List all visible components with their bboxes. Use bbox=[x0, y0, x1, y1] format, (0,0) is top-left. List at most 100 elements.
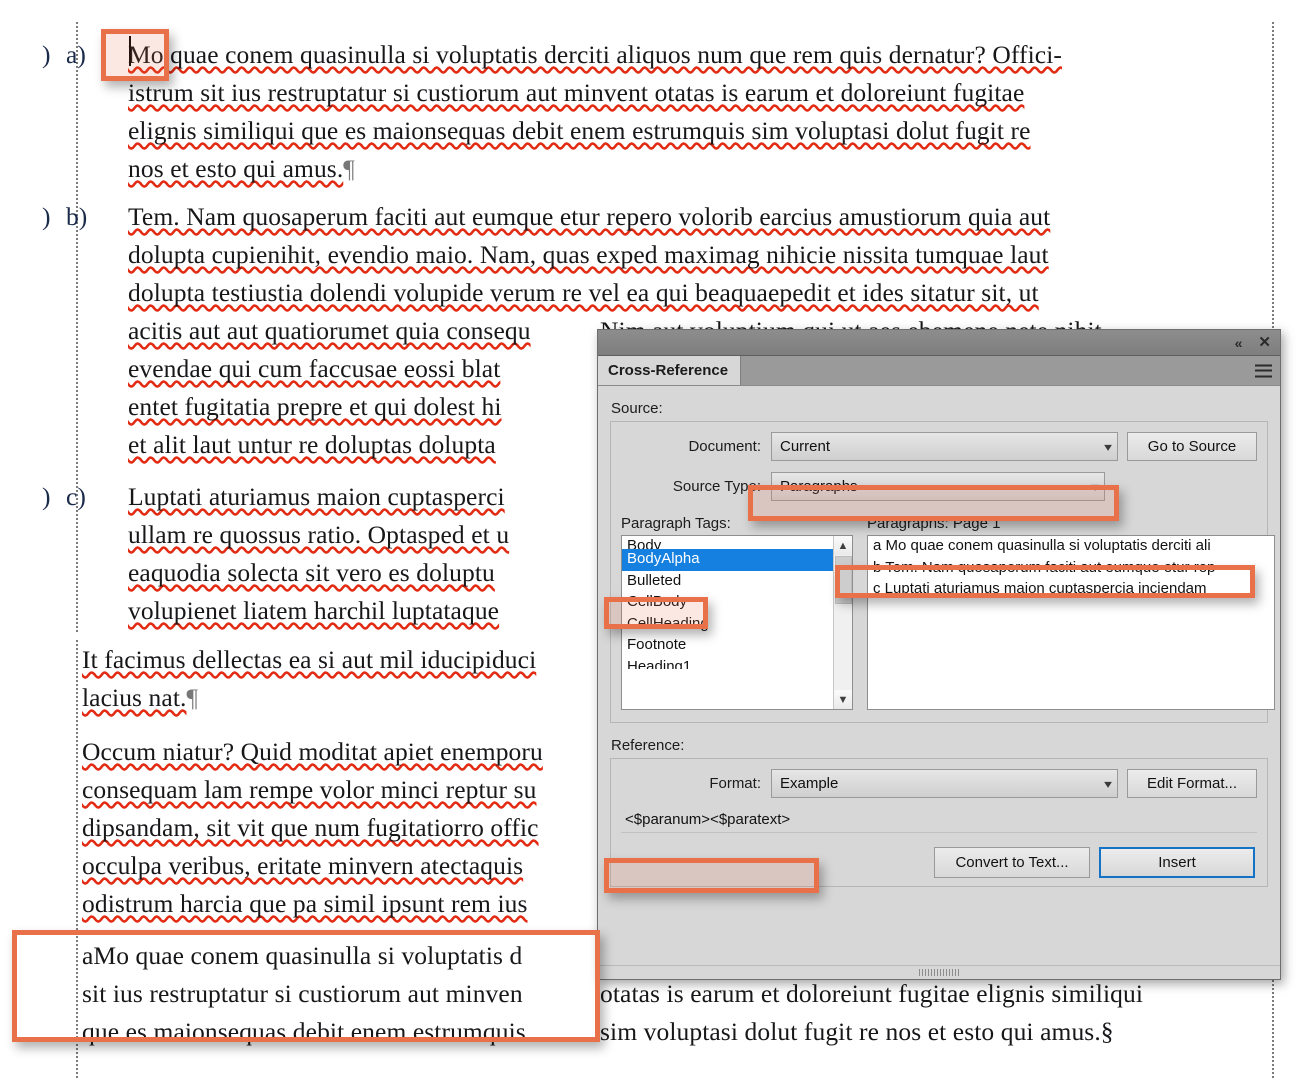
paragraph-b-line-3: dolupta testiustia dolendi volupide veru… bbox=[128, 278, 1039, 307]
tab-cross-reference-label: Cross-Reference bbox=[608, 362, 729, 379]
format-label: Format: bbox=[709, 775, 761, 792]
document-label: Document: bbox=[688, 438, 761, 455]
paragraph-tags-scrollbar[interactable]: ▲ ▼ bbox=[833, 536, 852, 709]
list-item[interactable]: CellHeading bbox=[622, 614, 852, 636]
panel-footer-buttons: Convert to Text... Insert bbox=[621, 847, 1257, 878]
paragraph-a-line-2: istrum sit ius restruptatur si custiorum… bbox=[128, 78, 1025, 107]
body-paragraph-1-line-2-text: lacius nat. bbox=[82, 683, 187, 712]
screen: ) a) Mo quae conem quasinulla si volupta… bbox=[0, 0, 1309, 1080]
paragraph-b-line-5: evendae qui cum faccusae eossi blat bbox=[128, 354, 501, 383]
list-item[interactable]: CellBody bbox=[622, 592, 852, 614]
body-paragraph-2-line-2: consequam lam rempe volor minci reptur s… bbox=[82, 775, 537, 804]
edit-format-label: Edit Format... bbox=[1146, 775, 1238, 792]
list-item-selected[interactable]: BodyAlpha bbox=[622, 549, 852, 571]
collapse-icon[interactable]: « bbox=[1235, 336, 1243, 350]
insert-label: Insert bbox=[1158, 854, 1196, 871]
paragraph-b-line-2: dolupta cupienihit, evendio maio. Nam, q… bbox=[128, 240, 1049, 269]
paragraph-c-line-1: Luptati aturiamus maion cuptasperci bbox=[128, 482, 505, 511]
pilcrow-icon-2: ¶ bbox=[186, 683, 199, 712]
paragraph-tags-listbox[interactable]: Body BodyAlpha Bulleted CellBody CellHea… bbox=[621, 535, 853, 710]
cross-reference-panel[interactable]: « ✕ Cross-Reference Source: Document: Cu… bbox=[597, 329, 1281, 980]
document-row: Document: Current ▾ Go to Source bbox=[621, 432, 1257, 461]
go-to-source-button[interactable]: Go to Source bbox=[1127, 432, 1257, 461]
list-item[interactable]: c Luptati aturiamus maion cuptaspercia i… bbox=[868, 579, 1274, 601]
inserted-crossref-line-1: aMo quae conem quasinulla si voluptatis … bbox=[82, 941, 523, 970]
paragraph-b-line-7: et alit laut untur re doluptas dolupta bbox=[128, 430, 496, 459]
tab-cross-reference[interactable]: Cross-Reference bbox=[598, 356, 742, 385]
paragraph-b-line-1: Tem. Nam quosaperum faciti aut eumque et… bbox=[128, 202, 1051, 231]
convert-to-text-button[interactable]: Convert to Text... bbox=[934, 847, 1090, 878]
list-marker-open-b: ) bbox=[42, 202, 51, 231]
body-paragraph-2-line-3: dipsandam, sit vit que num fugitatiorro … bbox=[82, 813, 539, 842]
grip-dots-icon bbox=[919, 969, 959, 976]
format-preview: <$paranum><$paratext> bbox=[621, 807, 1257, 833]
edit-format-button[interactable]: Edit Format... bbox=[1127, 769, 1257, 798]
source-type-row: Source Type: Paragraphs ▾ bbox=[621, 472, 1257, 501]
list-marker-c: c) bbox=[66, 482, 86, 511]
list-item[interactable]: a Mo quae conem quasinulla si voluptatis… bbox=[868, 536, 1274, 558]
source-section-label: Source: bbox=[611, 400, 663, 417]
source-type-label: Source Type: bbox=[672, 478, 761, 495]
format-row: Format: Example ▾ Edit Format... bbox=[621, 769, 1257, 798]
chevron-down-icon: ▾ bbox=[1104, 439, 1112, 454]
body-paragraph-2-line-5: odistrum harcia que pa simil ipsunt rem … bbox=[82, 889, 528, 918]
list-marker-open-c: ) bbox=[42, 482, 51, 511]
list-item[interactable]: Bulleted bbox=[622, 571, 852, 593]
close-icon[interactable]: ✕ bbox=[1258, 335, 1271, 350]
source-group: Document: Current ▾ Go to Source Source … bbox=[610, 421, 1275, 723]
reference-group: Format: Example ▾ Edit Format... <$paran… bbox=[610, 758, 1268, 887]
paragraph-c-line-3: eaquodia solecta sit vero es doluptu bbox=[128, 558, 495, 587]
list-marker-b: b) bbox=[66, 202, 88, 231]
source-type-dropdown[interactable]: Paragraphs ▾ bbox=[771, 472, 1105, 501]
list-item[interactable]: Footnote bbox=[622, 635, 852, 657]
inserted-crossref-tail-line-2: sim voluptasi dolut fugit re nos et esto… bbox=[600, 1017, 1114, 1046]
scroll-up-icon[interactable]: ▲ bbox=[833, 536, 852, 555]
body-paragraph-2-line-4: occulpa veribus, eritate minvern atectaq… bbox=[82, 851, 524, 880]
scroll-down-icon[interactable]: ▼ bbox=[833, 690, 852, 709]
panel-resize-grip[interactable] bbox=[598, 965, 1280, 976]
body-paragraph-1-line-2: lacius nat.¶ bbox=[82, 679, 198, 717]
paragraph-a-line-1: Mo quae conem quasinulla si voluptatis d… bbox=[128, 40, 1062, 69]
paragraphs-column: Paragraphs: Page 1 a Mo quae conem quasi… bbox=[867, 515, 1275, 710]
chevron-down-icon-3: ▾ bbox=[1104, 776, 1112, 791]
body-paragraph-2-line-1: Occum niatur? Quid moditat apiet enempor… bbox=[82, 737, 543, 766]
go-to-source-label: Go to Source bbox=[1147, 438, 1237, 455]
source-type-dropdown-value: Paragraphs bbox=[780, 478, 858, 495]
paragraph-tags-column: Paragraph Tags: Body BodyAlpha Bulleted … bbox=[621, 515, 853, 710]
paragraph-b-line-4: acitis aut aut quatiorumet quia consequ bbox=[128, 316, 531, 345]
list-marker-a: a) bbox=[66, 40, 86, 69]
document-dropdown[interactable]: Current ▾ bbox=[771, 432, 1118, 461]
paragraph-c-line-4: volupienet liatem harchil luptataque bbox=[128, 596, 500, 625]
list-item[interactable]: Body bbox=[622, 536, 852, 549]
panel-body: Source: Document: Current ▾ Go to Source… bbox=[598, 386, 1280, 979]
list-item[interactable]: Heading1 bbox=[622, 657, 852, 669]
paragraph-tags-label: Paragraph Tags: bbox=[621, 515, 731, 532]
panel-menu-icon[interactable] bbox=[1255, 364, 1272, 377]
paragraph-a-line-4-text: nos et esto qui amus. bbox=[128, 154, 344, 183]
format-dropdown[interactable]: Example ▾ bbox=[771, 769, 1118, 798]
panel-tab-row[interactable]: Cross-Reference bbox=[598, 356, 1280, 386]
panel-titlebar[interactable]: « ✕ bbox=[598, 330, 1280, 356]
format-dropdown-value: Example bbox=[780, 775, 839, 792]
paragraph-a-line-3: elignis similiqui que es maionsequas deb… bbox=[128, 116, 1031, 145]
convert-to-text-label: Convert to Text... bbox=[955, 854, 1069, 871]
list-marker-open-a: ) bbox=[42, 40, 51, 69]
insert-button[interactable]: Insert bbox=[1099, 847, 1255, 878]
paragraph-b-line-6: entet fugitatia prepre et qui dolest hi bbox=[128, 392, 502, 421]
paragraphs-listbox[interactable]: a Mo quae conem quasinulla si voluptatis… bbox=[867, 535, 1275, 710]
list-item[interactable]: b Tem. Nam quosaperum faciti aut eumque … bbox=[868, 558, 1274, 580]
reference-section-label: Reference: bbox=[611, 737, 685, 754]
chevron-down-icon-2: ▾ bbox=[1091, 479, 1099, 494]
paragraph-a-line-4: nos et esto qui amus.¶ bbox=[128, 150, 355, 188]
pilcrow-icon: ¶ bbox=[343, 154, 355, 183]
text-cursor bbox=[129, 36, 131, 66]
source-lists: Paragraph Tags: Body BodyAlpha Bulleted … bbox=[621, 515, 1275, 710]
inserted-crossref-line-3: que es maionsequas debit enem estrumquis bbox=[82, 1017, 526, 1046]
paragraphs-label: Paragraphs: Page 1 bbox=[867, 515, 1001, 532]
scrollbar-thumb[interactable] bbox=[834, 556, 852, 604]
document-dropdown-value: Current bbox=[780, 438, 831, 455]
inserted-crossref-tail-line-1: otatas is earum et doloreiunt fugitae el… bbox=[600, 979, 1144, 1008]
body-paragraph-1-line-1: It facimus dellectas ea si aut mil iduci… bbox=[82, 645, 537, 674]
paragraph-c-line-2: ullam re quossus ratio. Optasped et u bbox=[128, 520, 510, 549]
inserted-crossref-line-2: sit ius restruptatur si custiorum aut mi… bbox=[82, 979, 523, 1008]
